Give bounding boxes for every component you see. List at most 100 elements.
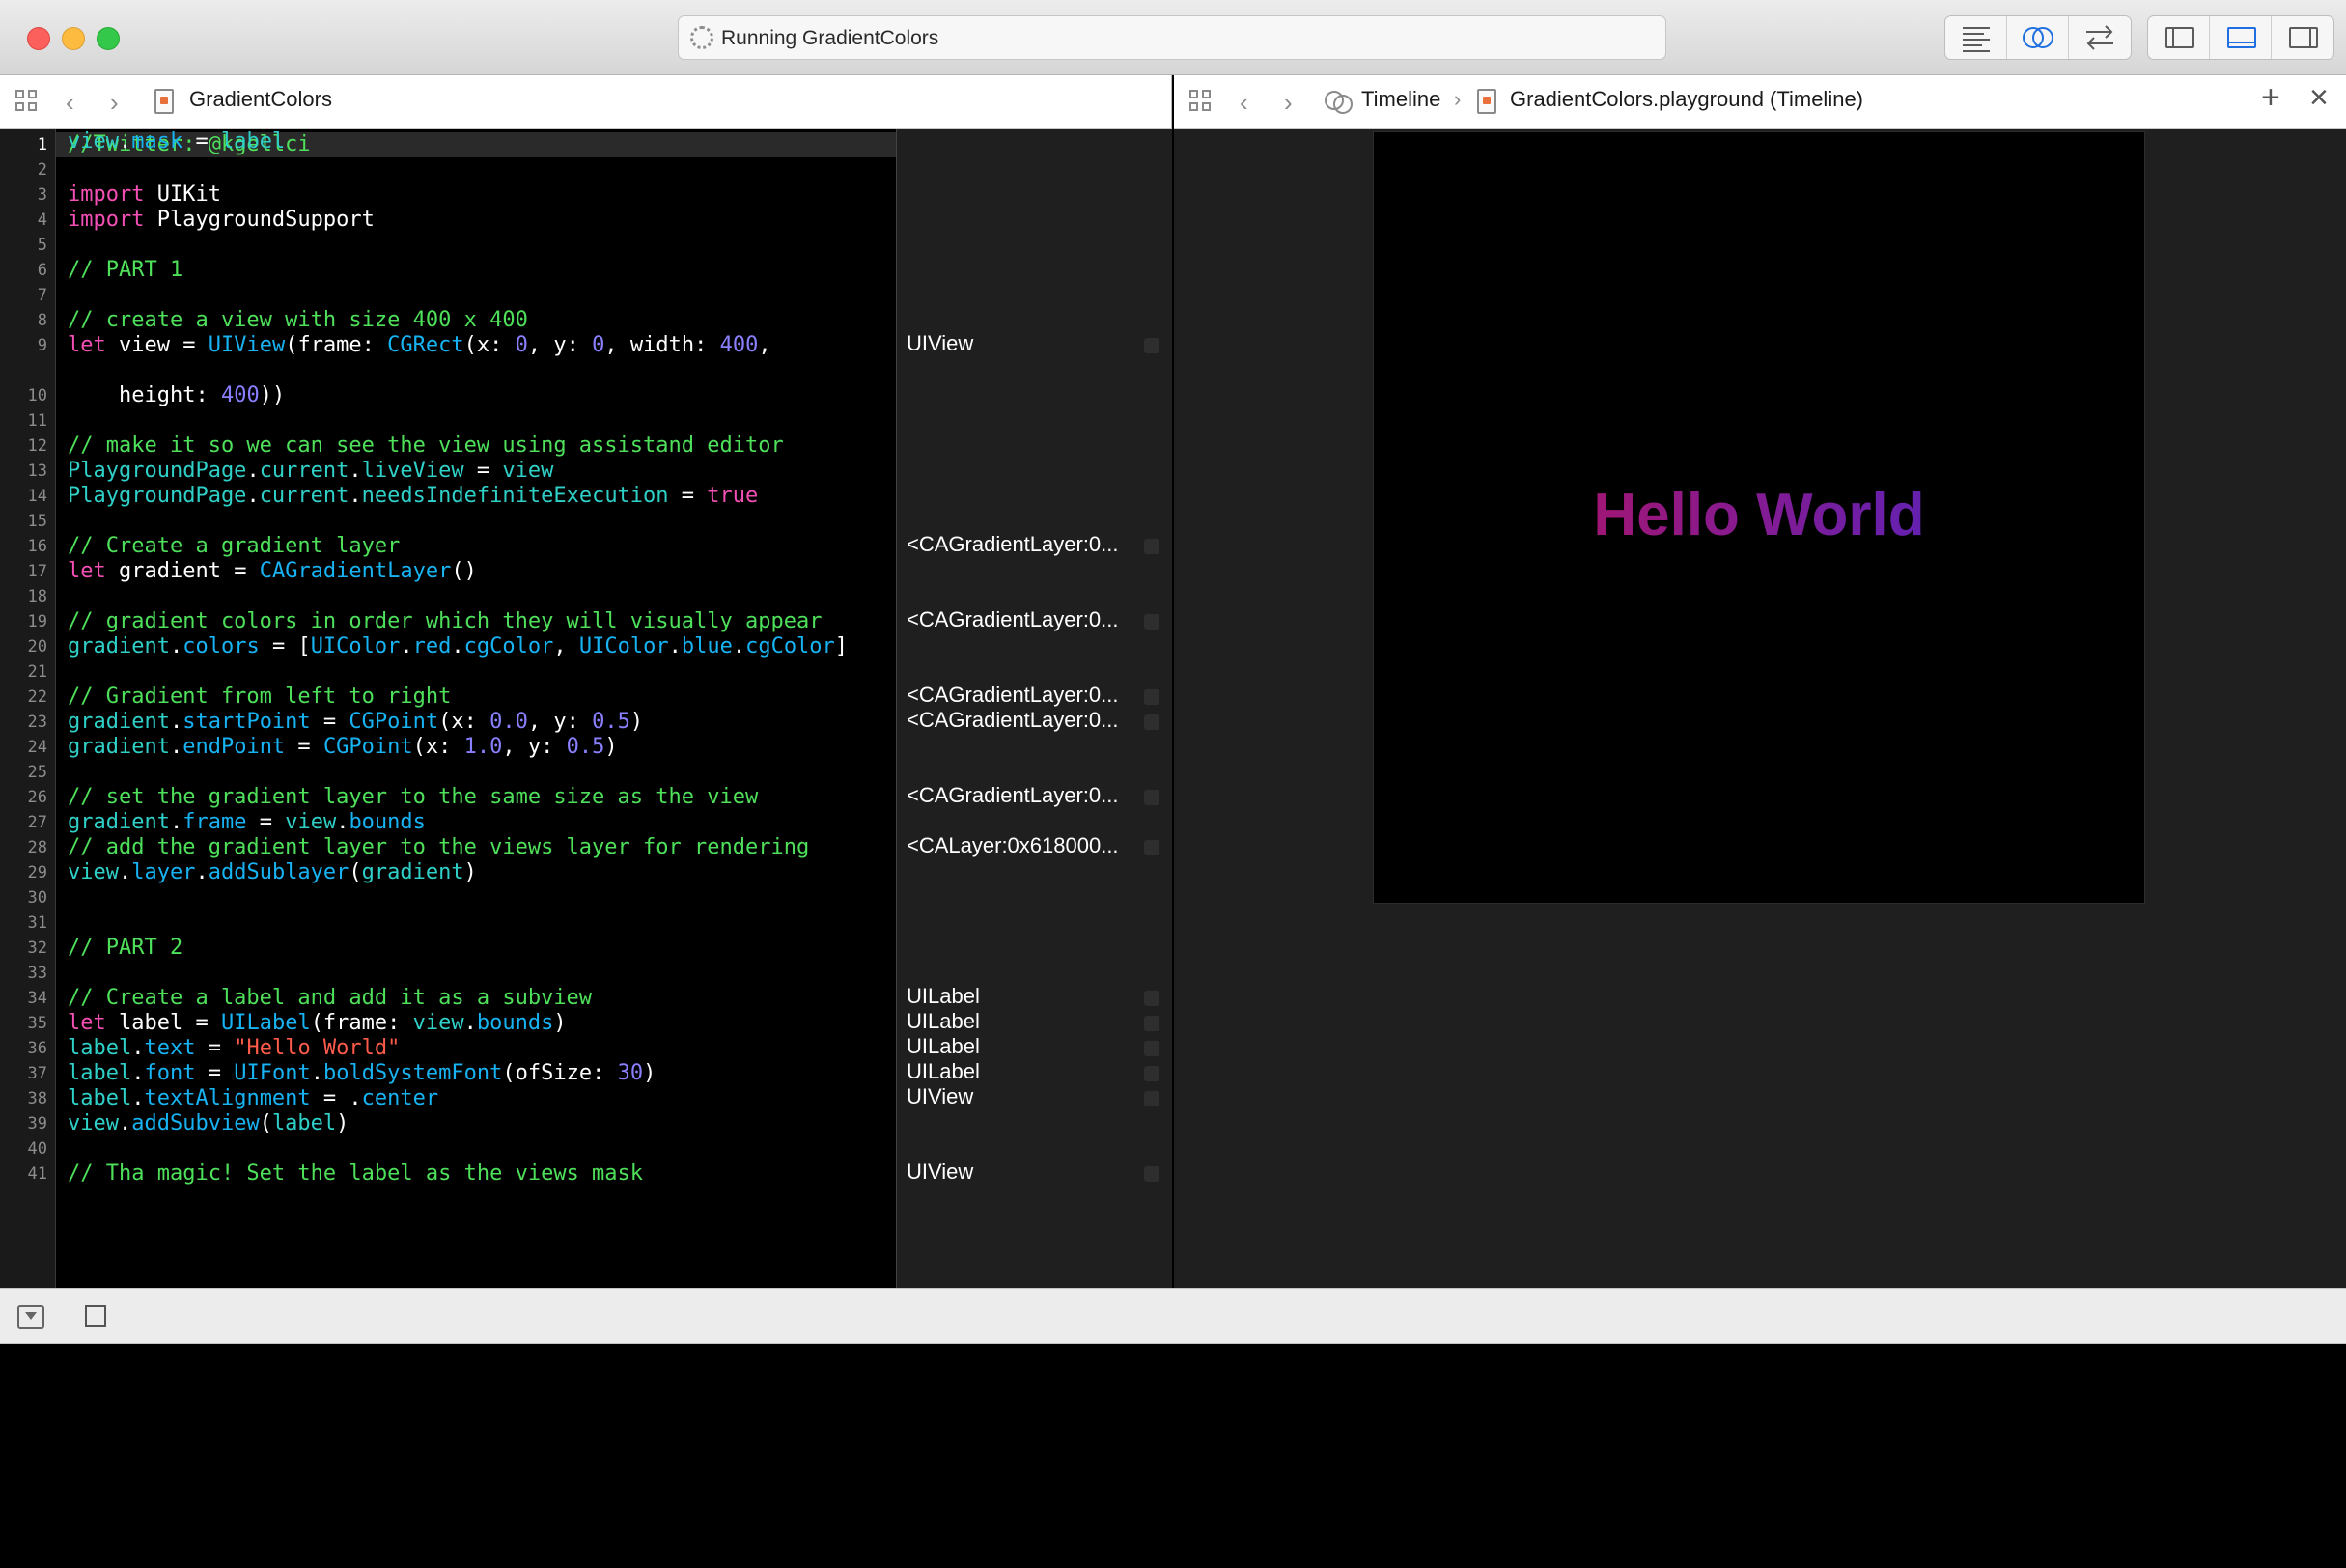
add-assistant-editor-icon[interactable]: +	[2261, 81, 2280, 114]
related-items-grid-icon[interactable]	[15, 90, 41, 115]
quick-look-icon[interactable]	[1144, 1091, 1159, 1106]
result-value[interactable]: UIView	[907, 1160, 973, 1185]
line-number: 19	[27, 612, 47, 631]
code-line[interactable]: // make it so we can see the view using …	[68, 434, 784, 459]
quick-look-icon[interactable]	[1144, 840, 1159, 855]
result-value[interactable]: <CAGradientLayer:0...	[907, 683, 1119, 708]
result-value[interactable]: UILabel	[907, 1034, 980, 1059]
code-token: .	[349, 459, 362, 483]
result-value[interactable]: UIView	[907, 1084, 973, 1109]
code-line[interactable]: // create a view with size 400 x 400	[68, 308, 528, 333]
hide-debug-area-icon[interactable]	[17, 1305, 44, 1329]
toggle-navigator-button[interactable]	[2148, 16, 2210, 59]
console-output[interactable]	[0, 1344, 2346, 1568]
version-editor-button[interactable]	[2069, 16, 2131, 59]
toggle-debug-area-button[interactable]	[2210, 16, 2272, 59]
result-value[interactable]: <CALayer:0x618000...	[907, 833, 1119, 858]
code-line[interactable]: PlaygroundPage.current.needsIndefiniteEx…	[68, 484, 758, 509]
toggle-utilities-button[interactable]	[2272, 16, 2333, 59]
code-line[interactable]: let label = UILabel(frame: view.bounds)	[68, 1011, 567, 1036]
code-line[interactable]: view.mask = label	[68, 129, 285, 154]
version-editor-icon	[2086, 25, 2113, 50]
code-line[interactable]: let gradient = CAGradientLayer()	[68, 559, 477, 584]
code-line[interactable]: gradient.endPoint = CGPoint(x: 1.0, y: 0…	[68, 735, 618, 760]
live-view[interactable]: Hello World	[1373, 131, 2145, 904]
code-token: 400	[220, 383, 260, 407]
playground-file-icon	[154, 89, 174, 114]
code-token: bounds	[476, 1011, 554, 1035]
quick-look-icon[interactable]	[1144, 1041, 1159, 1056]
assistant-mode-timeline[interactable]: Timeline	[1361, 87, 1440, 112]
code-line[interactable]: let view = UIView(frame: CGRect(x: 0, y:…	[68, 333, 771, 358]
code-line[interactable]: height: 400))	[68, 383, 285, 408]
code-token: // Create a gradient layer	[68, 534, 401, 558]
code-line[interactable]: gradient.colors = [UIColor.red.cgColor, …	[68, 634, 848, 659]
line-number: 21	[27, 662, 47, 682]
timeline-file-name[interactable]: GradientColors.playground (Timeline)	[1510, 87, 1863, 112]
jump-bar-file-name[interactable]: GradientColors	[189, 87, 332, 112]
code-token: gradient	[361, 860, 464, 884]
stop-execution-icon[interactable]	[85, 1305, 106, 1327]
code-line[interactable]: label.text = "Hello World"	[68, 1036, 400, 1061]
result-value[interactable]: UILabel	[907, 1059, 980, 1084]
quick-look-icon[interactable]	[1144, 539, 1159, 554]
line-number: 26	[27, 788, 47, 807]
code-line[interactable]: gradient.frame = view.bounds	[68, 810, 426, 835]
code-line[interactable]: label.font = UIFont.boldSystemFont(ofSiz…	[68, 1061, 656, 1086]
forward-chevron-icon[interactable]: ›	[1284, 88, 1293, 117]
assistant-editor-button[interactable]	[2007, 16, 2069, 59]
back-chevron-icon[interactable]: ‹	[1240, 88, 1248, 117]
close-window-button[interactable]	[27, 27, 50, 50]
forward-chevron-icon[interactable]: ›	[110, 88, 119, 117]
result-value[interactable]: <CAGradientLayer:0...	[907, 783, 1119, 808]
result-value[interactable]: <CAGradientLayer:0...	[907, 532, 1119, 557]
code-line[interactable]: view.addSubview(label)	[68, 1111, 349, 1136]
code-line[interactable]: // PART 2	[68, 936, 182, 961]
code-line[interactable]: import PlaygroundSupport	[68, 208, 375, 233]
code-line[interactable]: view.layer.addSublayer(gradient)	[68, 860, 477, 885]
standard-editor-button[interactable]	[1945, 16, 2007, 59]
code-line[interactable]: // add the gradient layer to the views l…	[68, 835, 809, 860]
code-line[interactable]: gradient.startPoint = CGPoint(x: 0.0, y:…	[68, 710, 643, 735]
quick-look-icon[interactable]	[1144, 1016, 1159, 1031]
result-value[interactable]: <CAGradientLayer:0...	[907, 607, 1119, 632]
close-assistant-editor-icon[interactable]: ×	[2309, 81, 2329, 114]
quick-look-icon[interactable]	[1144, 991, 1159, 1006]
code-line[interactable]: // Create a label and add it as a subvie…	[68, 986, 592, 1011]
zoom-window-button[interactable]	[97, 27, 120, 50]
quick-look-icon[interactable]	[1144, 338, 1159, 353]
code-line[interactable]: // Gradient from left to right	[68, 685, 451, 710]
code-token: needsIndefiniteExecution	[361, 484, 669, 508]
line-number: 16	[27, 537, 47, 556]
code-token: view	[68, 1111, 119, 1135]
result-value[interactable]: UIView	[907, 331, 973, 356]
minimize-window-button[interactable]	[62, 27, 85, 50]
code-token: true	[707, 484, 759, 508]
result-value[interactable]: UILabel	[907, 984, 980, 1009]
quick-look-icon[interactable]	[1144, 614, 1159, 630]
code-line[interactable]: // PART 1	[68, 258, 182, 283]
code-token: font	[144, 1061, 196, 1085]
code-line[interactable]: PlaygroundPage.current.liveView = view	[68, 459, 553, 484]
quick-look-icon[interactable]	[1144, 790, 1159, 805]
code-line[interactable]: // Tha magic! Set the label as the views…	[68, 1162, 643, 1187]
code-token: gradient	[68, 810, 170, 834]
quick-look-icon[interactable]	[1144, 689, 1159, 705]
line-number: 34	[27, 989, 47, 1008]
quick-look-icon[interactable]	[1144, 1166, 1159, 1182]
code-line[interactable]: import UIKit	[68, 182, 221, 208]
code-line[interactable]: // gradient colors in order which they w…	[68, 609, 822, 634]
result-value[interactable]: UILabel	[907, 1009, 980, 1034]
quick-look-icon[interactable]	[1144, 714, 1159, 730]
code-token: CAGradientLayer	[259, 559, 452, 583]
quick-look-icon[interactable]	[1144, 1066, 1159, 1081]
code-line[interactable]: // Create a gradient layer	[68, 534, 400, 559]
code-line[interactable]: // set the gradient layer to the same si…	[68, 785, 758, 810]
progress-spinner-icon	[690, 26, 713, 49]
code-token: (frame:	[285, 333, 388, 357]
result-value[interactable]: <CAGradientLayer:0...	[907, 708, 1119, 733]
related-items-grid-icon[interactable]	[1189, 90, 1215, 115]
back-chevron-icon[interactable]: ‹	[66, 88, 74, 117]
source-editor[interactable]: 1 2 3 4 5 6 7 8 9 10 11 12 13 14 15 16 17 18 19 20 21 22 23 24 2…	[0, 129, 1172, 1288]
code-line[interactable]: label.textAlignment = .center	[68, 1086, 438, 1111]
